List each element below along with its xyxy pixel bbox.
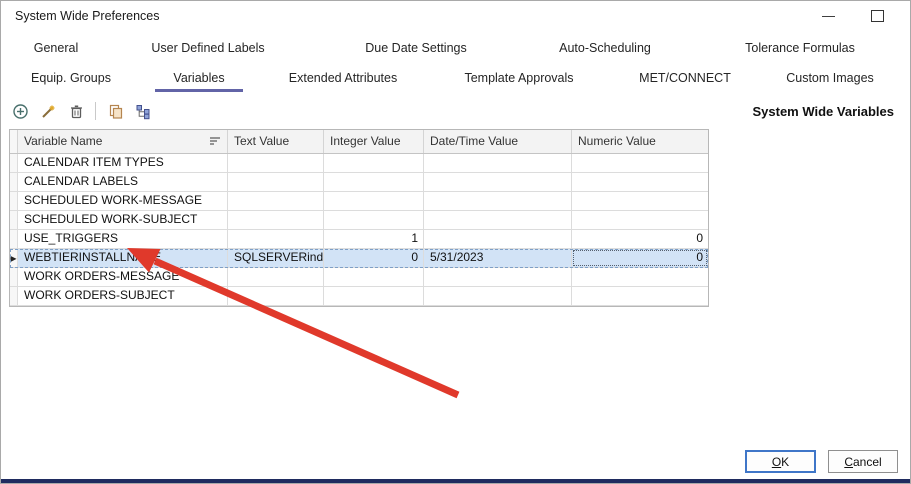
cancel-button-label: Cancel [844, 455, 881, 469]
cell-variable-name[interactable]: CALENDAR ITEM TYPES [18, 154, 228, 172]
cell-variable-name[interactable]: CALENDAR LABELS [18, 173, 228, 191]
tab-general[interactable]: General [30, 39, 82, 57]
active-tab-underline [155, 89, 243, 92]
tab-template-approvals[interactable]: Template Approvals [460, 69, 577, 87]
table-row[interactable]: SCHEDULED WORK-SUBJECT [10, 211, 708, 230]
cell-variable-name[interactable]: WORK ORDERS-MESSAGE [18, 268, 228, 286]
cell-datetime-value[interactable] [424, 230, 572, 248]
cell-text-value[interactable] [228, 211, 324, 229]
cell-text-value[interactable] [228, 287, 324, 305]
cell-numeric-value[interactable] [572, 192, 708, 210]
cell-integer-value[interactable] [324, 154, 424, 172]
cell-integer-value[interactable]: 1 [324, 230, 424, 248]
column-header-integer-value[interactable]: Integer Value [324, 130, 424, 153]
cell-integer-value[interactable] [324, 268, 424, 286]
row-marker-header [10, 130, 18, 153]
table-row[interactable]: CALENDAR LABELS [10, 173, 708, 192]
window-controls: — [822, 10, 910, 22]
cell-variable-name[interactable]: SCHEDULED WORK-SUBJECT [18, 211, 228, 229]
row-marker [10, 268, 18, 286]
variables-table: Variable Name Text Value Integer Value D… [9, 129, 709, 307]
row-marker [10, 192, 18, 210]
tab-met-connect[interactable]: MET/CONNECT [635, 69, 735, 87]
cell-datetime-value[interactable] [424, 287, 572, 305]
cell-numeric-value-focused[interactable]: 0 [572, 249, 708, 267]
cell-variable-name[interactable]: USE_TRIGGERS [18, 230, 228, 248]
cell-text-value[interactable] [228, 154, 324, 172]
cell-datetime-value[interactable] [424, 154, 572, 172]
title-bar: System Wide Preferences — [1, 1, 910, 31]
table-header: Variable Name Text Value Integer Value D… [10, 130, 708, 154]
table-row[interactable]: CALENDAR ITEM TYPES [10, 154, 708, 173]
table-row[interactable]: WORK ORDERS-MESSAGE [10, 268, 708, 287]
cell-integer-value[interactable] [324, 287, 424, 305]
cell-integer-value[interactable]: 0 [324, 249, 424, 267]
row-marker [10, 173, 18, 191]
cell-variable-name[interactable]: WORK ORDERS-SUBJECT [18, 287, 228, 305]
cell-datetime-value[interactable] [424, 192, 572, 210]
column-header-text-value[interactable]: Text Value [228, 130, 324, 153]
tab-equip-groups[interactable]: Equip. Groups [27, 69, 115, 87]
tree-view-icon[interactable] [134, 102, 152, 120]
cell-text-value[interactable] [228, 192, 324, 210]
cell-text-value[interactable]: SQLSERVERindysof [228, 249, 324, 267]
cell-text-value[interactable] [228, 268, 324, 286]
table-row[interactable]: SCHEDULED WORK-MESSAGE [10, 192, 708, 211]
variables-toolbar: System Wide Variables [11, 97, 894, 125]
tab-tolerance-formulas[interactable]: Tolerance Formulas [741, 39, 859, 57]
bottom-accent-bar [1, 479, 910, 483]
edit-wand-icon[interactable] [39, 102, 57, 120]
toolbar-divider [95, 102, 96, 120]
cell-variable-name[interactable]: SCHEDULED WORK-MESSAGE [18, 192, 228, 210]
add-icon[interactable] [11, 102, 29, 120]
selected-row-marker-icon: ▶ [10, 249, 18, 267]
cell-datetime-value[interactable] [424, 268, 572, 286]
ok-button-label: OK [772, 455, 789, 469]
cell-integer-value[interactable] [324, 173, 424, 191]
ok-button[interactable]: OK [745, 450, 816, 473]
cell-integer-value[interactable] [324, 192, 424, 210]
sort-icon[interactable] [209, 136, 222, 147]
column-header-variable-name[interactable]: Variable Name [18, 130, 228, 153]
cell-datetime-value[interactable] [424, 211, 572, 229]
tab-custom-images[interactable]: Custom Images [782, 69, 878, 87]
column-header-numeric-value[interactable]: Numeric Value [572, 130, 708, 153]
cell-numeric-value[interactable] [572, 268, 708, 286]
column-label: Variable Name [24, 134, 102, 148]
delete-icon[interactable] [67, 102, 85, 120]
cancel-button[interactable]: Cancel [828, 450, 898, 473]
tab-extended-attributes[interactable]: Extended Attributes [285, 69, 401, 87]
cell-numeric-value[interactable] [572, 211, 708, 229]
row-marker [10, 230, 18, 248]
system-wide-preferences-dialog: System Wide Preferences — General User D… [0, 0, 911, 484]
cell-variable-name[interactable]: WEBTIERINSTALLNAME [18, 249, 228, 267]
cell-text-value[interactable] [228, 173, 324, 191]
tab-user-defined-labels[interactable]: User Defined Labels [147, 39, 268, 57]
tab-strip: General User Defined Labels Due Date Set… [1, 31, 910, 93]
row-marker [10, 211, 18, 229]
row-marker [10, 287, 18, 305]
tab-auto-scheduling[interactable]: Auto-Scheduling [555, 39, 655, 57]
row-marker [10, 154, 18, 172]
cell-numeric-value[interactable] [572, 154, 708, 172]
cell-numeric-value[interactable] [572, 287, 708, 305]
minimize-button[interactable]: — [822, 11, 835, 21]
cell-numeric-value[interactable]: 0 [572, 230, 708, 248]
section-heading: System Wide Variables [752, 104, 894, 119]
tab-due-date-settings[interactable]: Due Date Settings [361, 39, 470, 57]
paste-icon[interactable] [106, 102, 124, 120]
window-title: System Wide Preferences [15, 9, 160, 23]
cell-datetime-value[interactable]: 5/31/2023 [424, 249, 572, 267]
table-row[interactable]: USE_TRIGGERS 1 0 [10, 230, 708, 249]
maximize-button[interactable] [871, 10, 884, 22]
column-header-datetime-value[interactable]: Date/Time Value [424, 130, 572, 153]
table-row[interactable]: WORK ORDERS-SUBJECT [10, 287, 708, 306]
table-row-selected[interactable]: ▶ WEBTIERINSTALLNAME SQLSERVERindysof 0 … [10, 249, 708, 268]
tab-variables[interactable]: Variables [169, 69, 228, 87]
cell-text-value[interactable] [228, 230, 324, 248]
cell-integer-value[interactable] [324, 211, 424, 229]
cell-numeric-value[interactable] [572, 173, 708, 191]
cell-datetime-value[interactable] [424, 173, 572, 191]
